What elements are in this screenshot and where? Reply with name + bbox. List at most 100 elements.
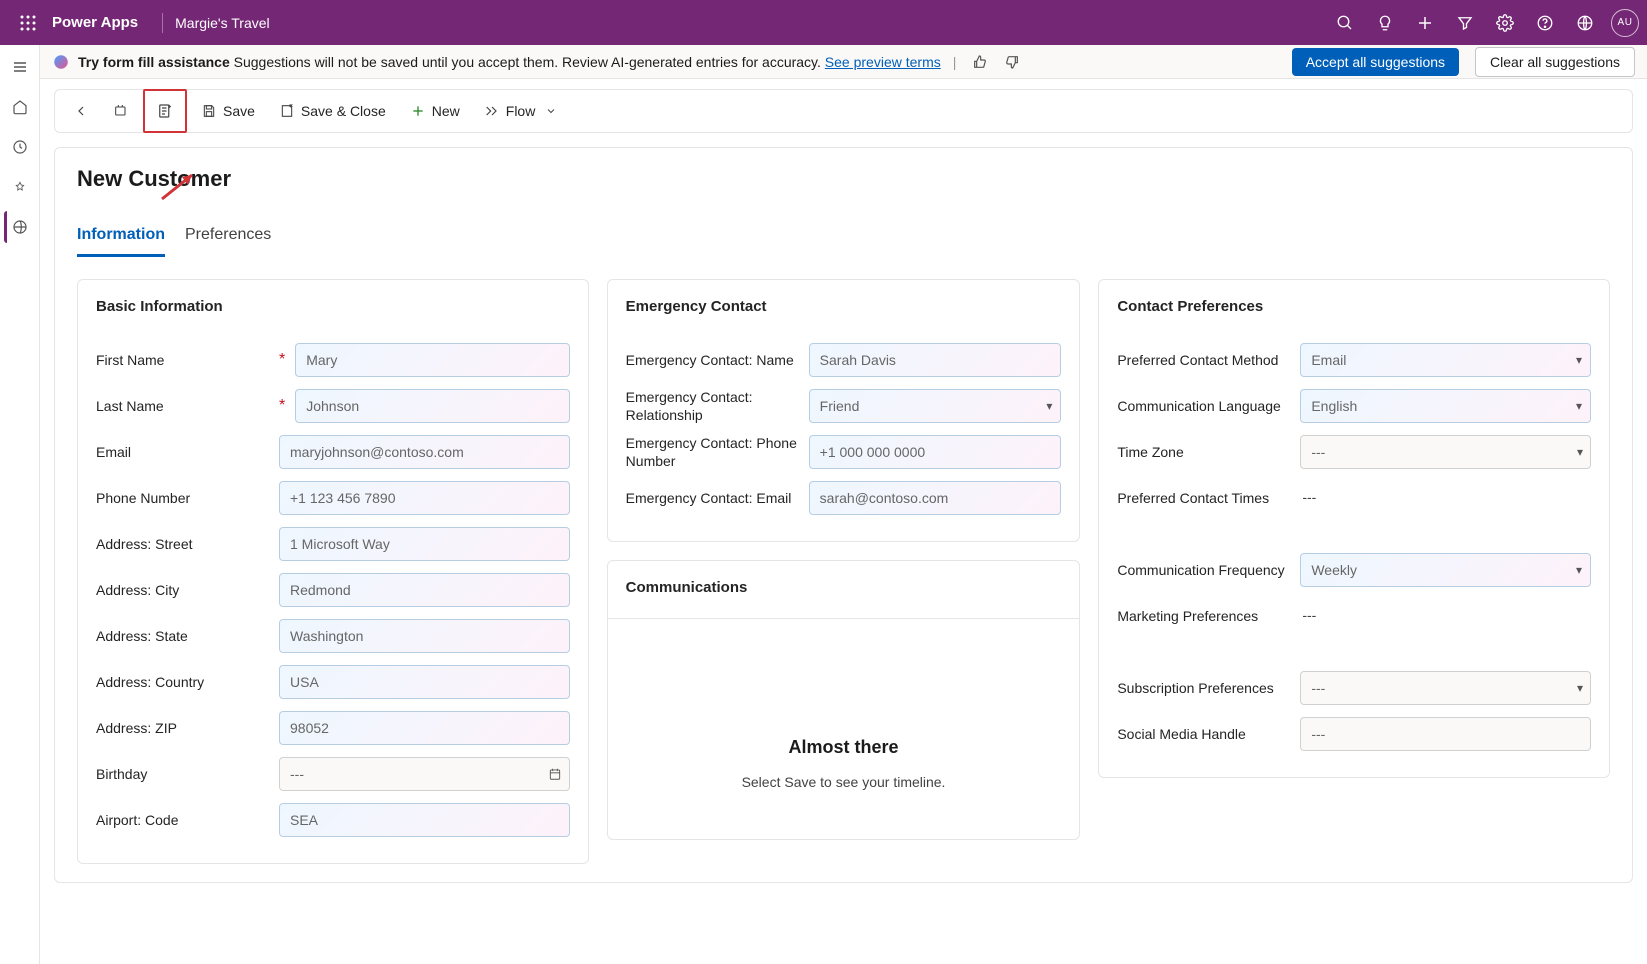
- app-name: Power Apps: [52, 14, 138, 31]
- input-email[interactable]: [279, 435, 570, 469]
- save-button[interactable]: Save: [191, 93, 265, 129]
- publish-icon[interactable]: [1565, 3, 1605, 43]
- label-times: Preferred Contact Times: [1117, 489, 1292, 507]
- input-street[interactable]: [279, 527, 570, 561]
- lightbulb-icon[interactable]: [1365, 3, 1405, 43]
- calendar-icon[interactable]: [548, 767, 562, 781]
- input-ec-phone[interactable]: [809, 435, 1062, 469]
- chevron-down-icon: ▾: [1576, 399, 1582, 413]
- select-tz[interactable]: ---▾: [1300, 435, 1591, 469]
- section-heading: Basic Information: [96, 298, 570, 315]
- label-birthday: Birthday: [96, 765, 271, 783]
- tab-information[interactable]: Information: [77, 220, 165, 257]
- value-times: ---: [1300, 489, 1316, 505]
- value-mkt: ---: [1300, 607, 1316, 623]
- app-launcher-icon[interactable]: [8, 3, 48, 43]
- input-country[interactable]: [279, 665, 570, 699]
- chevron-down-icon: ▾: [1046, 399, 1052, 413]
- flow-label: Flow: [506, 103, 536, 119]
- titlebar-divider: [162, 13, 163, 33]
- filter-icon[interactable]: [1445, 3, 1485, 43]
- input-first-name[interactable]: [295, 343, 569, 377]
- highlighted-ai-form-button: [143, 89, 187, 133]
- form-card: New Customer Information Preferences Bas…: [54, 147, 1633, 883]
- search-icon[interactable]: [1325, 3, 1365, 43]
- content-area: Try form fill assistance Suggestions wil…: [40, 45, 1647, 964]
- save-label: Save: [223, 103, 255, 119]
- page-title: New Customer: [77, 166, 1610, 192]
- accept-all-button[interactable]: Accept all suggestions: [1292, 48, 1459, 76]
- input-phone[interactable]: [279, 481, 570, 515]
- input-state[interactable]: [279, 619, 570, 653]
- label-city: Address: City: [96, 581, 271, 599]
- ai-suggestion-banner: Try form fill assistance Suggestions wil…: [40, 45, 1647, 79]
- form-tabs: Information Preferences: [77, 220, 1610, 257]
- clear-all-button[interactable]: Clear all suggestions: [1475, 47, 1635, 77]
- input-last-name[interactable]: [295, 389, 569, 423]
- input-social[interactable]: [1300, 717, 1591, 751]
- label-ec-phone: Emergency Contact: Phone Number: [626, 434, 801, 470]
- input-zip[interactable]: [279, 711, 570, 745]
- tab-preferences[interactable]: Preferences: [185, 220, 271, 257]
- settings-icon[interactable]: [1485, 3, 1525, 43]
- input-airport[interactable]: [279, 803, 570, 837]
- select-method[interactable]: Email▾: [1300, 343, 1591, 377]
- select-ec-relationship[interactable]: Friend▾: [809, 389, 1062, 423]
- label-mkt: Marketing Preferences: [1117, 607, 1292, 625]
- section-basic-information: Basic Information First Name* Last Name*…: [77, 279, 589, 864]
- copilot-icon: [52, 53, 70, 71]
- label-country: Address: Country: [96, 673, 271, 691]
- chevron-down-icon: ▾: [1576, 353, 1582, 367]
- label-email: Email: [96, 443, 271, 461]
- thumbs-down-icon[interactable]: [1000, 50, 1024, 74]
- section-emergency-contact: Emergency Contact Emergency Contact: Nam…: [607, 279, 1081, 542]
- label-social: Social Media Handle: [1117, 725, 1292, 743]
- command-bar: Save Save & Close New Flow: [54, 89, 1633, 133]
- section-heading: Communications: [626, 579, 1062, 596]
- titlebar: Power Apps Margie's Travel AU: [0, 0, 1647, 45]
- add-icon[interactable]: [1405, 3, 1445, 43]
- section-heading: Emergency Contact: [626, 298, 1062, 315]
- timeline-title: Almost there: [626, 737, 1062, 758]
- chevron-down-icon: ▾: [1576, 563, 1582, 577]
- flow-button[interactable]: Flow: [474, 93, 568, 129]
- save-close-button[interactable]: Save & Close: [269, 93, 396, 129]
- section-contact-preferences: Contact Preferences Preferred Contact Me…: [1098, 279, 1610, 778]
- ai-form-fill-button[interactable]: [147, 93, 183, 129]
- recent-icon[interactable]: [4, 131, 36, 163]
- new-button[interactable]: New: [400, 93, 470, 129]
- label-airport: Airport: Code: [96, 811, 271, 829]
- label-first-name: First Name: [96, 351, 271, 369]
- banner-title: Try form fill assistance: [78, 54, 230, 70]
- input-ec-email[interactable]: [809, 481, 1062, 515]
- input-birthday[interactable]: [279, 757, 570, 791]
- label-zip: Address: ZIP: [96, 719, 271, 737]
- label-ec-relationship: Emergency Contact: Relationship: [626, 388, 801, 424]
- preview-terms-link[interactable]: See preview terms: [825, 54, 941, 70]
- left-nav-rail: [0, 45, 40, 964]
- label-last-name: Last Name: [96, 397, 271, 415]
- label-ec-name: Emergency Contact: Name: [626, 351, 801, 369]
- pin-icon[interactable]: [4, 171, 36, 203]
- timeline-subtitle: Select Save to see your timeline.: [626, 774, 1062, 790]
- user-avatar[interactable]: AU: [1611, 9, 1639, 37]
- select-lang[interactable]: English▾: [1300, 389, 1591, 423]
- section-communications: Communications Almost there Select Save …: [607, 560, 1081, 840]
- back-button[interactable]: [63, 93, 99, 129]
- open-record-set-button[interactable]: [103, 93, 139, 129]
- save-close-label: Save & Close: [301, 103, 386, 119]
- chevron-down-icon: ▾: [1577, 681, 1583, 695]
- label-phone: Phone Number: [96, 489, 271, 507]
- select-sub[interactable]: ---▾: [1300, 671, 1591, 705]
- thumbs-up-icon[interactable]: [968, 50, 992, 74]
- label-sub: Subscription Preferences: [1117, 679, 1292, 697]
- input-ec-name[interactable]: [809, 343, 1062, 377]
- input-city[interactable]: [279, 573, 570, 607]
- help-icon[interactable]: [1525, 3, 1565, 43]
- label-method: Preferred Contact Method: [1117, 351, 1292, 369]
- hamburger-icon[interactable]: [4, 51, 36, 83]
- new-label: New: [432, 103, 460, 119]
- select-freq[interactable]: Weekly▾: [1300, 553, 1591, 587]
- home-icon[interactable]: [4, 91, 36, 123]
- globe-icon[interactable]: [4, 211, 36, 243]
